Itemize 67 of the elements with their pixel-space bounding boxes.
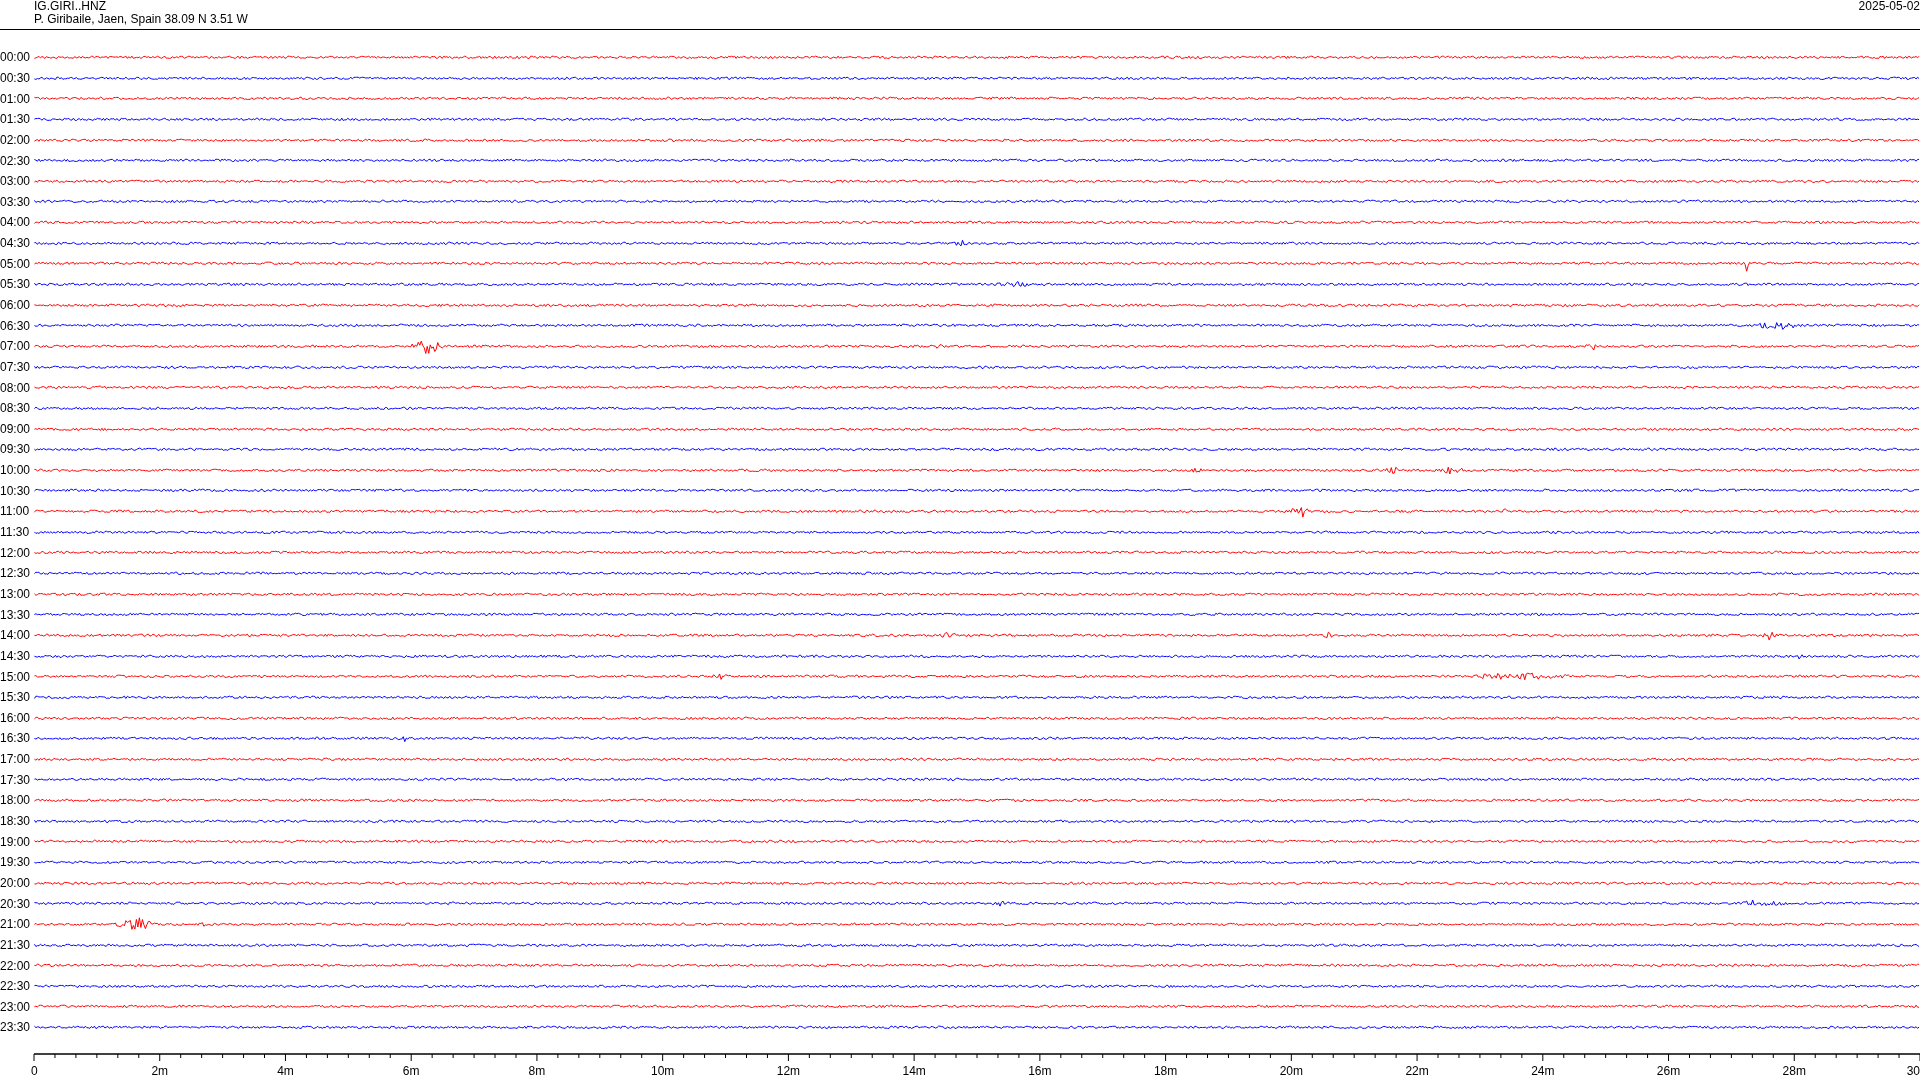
time-label: 14:30 bbox=[0, 648, 32, 663]
time-label: 16:00 bbox=[0, 710, 32, 725]
axis-tick-label: 22m bbox=[1405, 1063, 1429, 1078]
axis-tick-label: 26m bbox=[1656, 1063, 1681, 1078]
time-label: 18:00 bbox=[0, 793, 32, 808]
time-label: 17:00 bbox=[0, 752, 32, 767]
axis-tick-label: 4m bbox=[277, 1063, 294, 1078]
axis-tick-label: 0 bbox=[31, 1063, 38, 1078]
time-label: 13:00 bbox=[0, 586, 32, 601]
axis-tick-label: 2m bbox=[151, 1063, 169, 1078]
time-label: 18:30 bbox=[0, 814, 32, 828]
time-label: 06:00 bbox=[0, 298, 32, 312]
time-label: 20:30 bbox=[0, 896, 32, 911]
time-label: 10:30 bbox=[0, 483, 32, 498]
time-label: 02:30 bbox=[0, 153, 32, 168]
time-label: 12:00 bbox=[0, 545, 32, 560]
time-label: 21:30 bbox=[0, 937, 32, 952]
time-label: 11:00 bbox=[0, 504, 31, 519]
time-label: 05:30 bbox=[0, 277, 32, 292]
axis-tick-label: 14m bbox=[902, 1063, 926, 1078]
time-label: 00:30 bbox=[0, 70, 32, 85]
time-label: 03:30 bbox=[0, 194, 32, 209]
time-label: 15:30 bbox=[0, 690, 32, 705]
time-label: 08:00 bbox=[0, 380, 32, 395]
time-label: 23:30 bbox=[0, 1020, 32, 1035]
time-label: 00:00 bbox=[0, 50, 32, 65]
time-label: 11:30 bbox=[0, 525, 31, 540]
axis-tick-label: 18m bbox=[1153, 1063, 1178, 1078]
time-label: 21:00 bbox=[0, 917, 32, 932]
station-location: P. Giribaile, Jaen, Spain 38.09 N 3.51 W bbox=[34, 13, 248, 26]
time-label: 12:30 bbox=[0, 566, 32, 581]
time-label: 01:30 bbox=[0, 112, 32, 127]
time-label: 06:30 bbox=[0, 318, 32, 333]
station-code: IG.GIRI..HNZ bbox=[34, 0, 107, 13]
time-label: 07:00 bbox=[0, 339, 32, 354]
date-label: 2025-05-02 bbox=[1858, 0, 1920, 15]
time-label: 09:30 bbox=[0, 442, 32, 457]
axis-tick-label: 12m bbox=[776, 1063, 801, 1078]
time-label: 08:30 bbox=[0, 401, 32, 416]
time-label: 04:30 bbox=[0, 236, 32, 251]
time-label: 16:30 bbox=[0, 731, 32, 746]
time-label: 20:00 bbox=[0, 875, 32, 890]
time-label: 19:00 bbox=[0, 834, 32, 849]
axis-tick-label: 28m bbox=[1782, 1063, 1806, 1078]
axis-tick-label: 6m bbox=[402, 1063, 420, 1078]
time-label: 19:30 bbox=[0, 855, 32, 870]
time-label: 07:30 bbox=[0, 359, 32, 374]
axis-tick-label: 30 bbox=[1906, 1063, 1920, 1078]
time-label: 22:00 bbox=[0, 958, 32, 973]
axis-tick-label: 16m bbox=[1028, 1063, 1052, 1078]
axis-tick-label: 8m bbox=[528, 1063, 546, 1078]
axis-tick-label: 24m bbox=[1531, 1063, 1555, 1078]
time-label: 13:30 bbox=[0, 607, 32, 622]
time-label: 10:00 bbox=[0, 463, 32, 478]
time-label: 03:00 bbox=[0, 174, 32, 189]
time-label: 14:00 bbox=[0, 628, 32, 643]
time-label: 15:00 bbox=[0, 669, 32, 684]
time-label: 17:30 bbox=[0, 772, 32, 787]
time-label: 09:00 bbox=[0, 421, 32, 436]
axis-tick-label: 20m bbox=[1279, 1063, 1303, 1078]
time-label: 02:00 bbox=[0, 132, 32, 147]
time-label: 22:30 bbox=[0, 979, 32, 994]
time-label: 23:00 bbox=[0, 999, 32, 1014]
time-label: 04:00 bbox=[0, 215, 32, 230]
axis-tick-label: 10m bbox=[651, 1063, 675, 1078]
time-label: 01:00 bbox=[0, 91, 32, 106]
time-label: 05:00 bbox=[0, 256, 32, 271]
